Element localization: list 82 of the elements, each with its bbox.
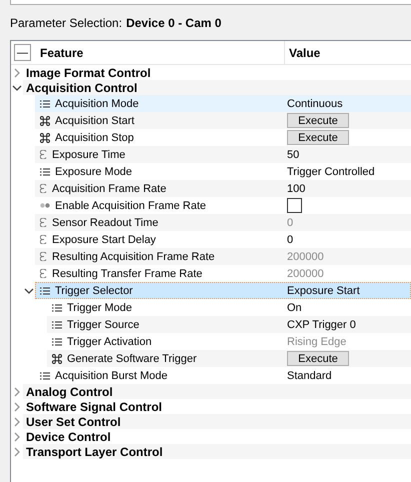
chevron-right-icon[interactable] bbox=[14, 416, 20, 426]
value-text: 100 bbox=[287, 182, 306, 194]
value-text: Rising Edge bbox=[287, 336, 346, 348]
category-name: Analog Control bbox=[26, 384, 113, 398]
category-name: Image Format Control bbox=[26, 66, 151, 80]
value-text: On bbox=[287, 302, 302, 314]
chevron-right-icon[interactable] bbox=[14, 68, 20, 78]
feature-row[interactable]: Generate Software Trigger Execute bbox=[47, 350, 411, 367]
list-icon bbox=[40, 168, 50, 176]
category-row[interactable]: User Set Control bbox=[23, 414, 411, 429]
list-icon bbox=[40, 100, 50, 108]
chevron-down-icon[interactable] bbox=[12, 84, 22, 90]
epsilon-icon bbox=[40, 269, 47, 278]
value-text: Trigger Controlled bbox=[287, 166, 375, 178]
chevron-down-icon[interactable] bbox=[24, 288, 34, 294]
list-icon bbox=[52, 338, 62, 346]
chevron-right-icon[interactable] bbox=[14, 386, 20, 396]
feature-name: Acquisition Mode bbox=[55, 98, 139, 110]
value-text: 200000 bbox=[287, 250, 324, 262]
selection-label: Parameter Selection: bbox=[10, 16, 122, 30]
value-text: Exposure Start bbox=[287, 284, 360, 296]
feature-name: Enable Acquisition Frame Rate bbox=[55, 200, 206, 212]
feature-name: Exposure Time bbox=[52, 148, 126, 160]
command-key-icon bbox=[52, 354, 62, 364]
list-icon bbox=[52, 320, 62, 328]
execute-button[interactable]: Execute bbox=[287, 351, 349, 366]
feature-name: Trigger Selector bbox=[55, 284, 133, 296]
feature-name: Trigger Mode bbox=[67, 302, 132, 314]
value-text: CXP Trigger 0 bbox=[287, 318, 356, 330]
epsilon-icon bbox=[40, 150, 47, 159]
feature-name: Trigger Source bbox=[67, 318, 140, 330]
feature-name: Exposure Start Delay bbox=[52, 234, 156, 246]
feature-name: Acquisition Start bbox=[55, 114, 134, 126]
feature-row[interactable]: Acquisition Mode Continuous bbox=[35, 95, 411, 112]
feature-name: Resulting Acquisition Frame Rate bbox=[52, 250, 215, 262]
category-name: Device Control bbox=[26, 430, 111, 444]
feature-name: Sensor Readout Time bbox=[52, 216, 158, 228]
feature-row[interactable]: Exposure Time 50 bbox=[35, 146, 411, 163]
epsilon-icon bbox=[40, 235, 47, 244]
command-key-icon bbox=[40, 132, 50, 142]
category-row[interactable]: Transport Layer Control bbox=[23, 444, 411, 459]
execute-button[interactable]: Execute bbox=[287, 130, 349, 145]
checkbox[interactable] bbox=[287, 198, 302, 213]
value-text: Standard bbox=[287, 370, 332, 382]
feature-name: Acquisition Stop bbox=[55, 132, 134, 144]
epsilon-icon bbox=[40, 184, 47, 193]
execute-button[interactable]: Execute bbox=[287, 113, 349, 128]
epsilon-icon bbox=[40, 252, 47, 261]
category-name: Acquisition Control bbox=[26, 80, 138, 94]
device-name: Device 0 - Cam 0 bbox=[126, 16, 222, 30]
chevron-right-icon[interactable] bbox=[14, 402, 20, 412]
value-text: 0 bbox=[287, 216, 294, 228]
collapse-all-button[interactable]: — bbox=[14, 44, 31, 61]
chevron-right-icon[interactable] bbox=[14, 432, 20, 442]
epsilon-icon bbox=[40, 218, 47, 227]
command-key-icon bbox=[40, 116, 50, 126]
category-name: Transport Layer Control bbox=[26, 444, 163, 458]
feature-row[interactable]: Trigger Source CXP Trigger 0 bbox=[47, 316, 411, 333]
category-row[interactable]: Analog Control bbox=[23, 384, 411, 399]
feature-name: Acquisition Burst Mode bbox=[55, 370, 168, 382]
value-text: 200000 bbox=[287, 268, 324, 280]
value-text: 0 bbox=[287, 234, 294, 246]
list-icon bbox=[40, 372, 50, 380]
feature-row[interactable]: Trigger Selector Exposure Start bbox=[35, 282, 411, 299]
value-text: Continuous bbox=[287, 98, 343, 110]
list-icon bbox=[40, 286, 50, 294]
feature-name: Generate Software Trigger bbox=[67, 352, 197, 364]
category-row[interactable]: Acquisition Control bbox=[23, 80, 411, 95]
list-icon bbox=[52, 304, 62, 312]
feature-row[interactable]: Acquisition Start Execute bbox=[35, 112, 411, 129]
column-header: Feature bbox=[40, 46, 84, 60]
toggle-dots-icon bbox=[40, 203, 50, 208]
feature-name: Resulting Transfer Frame Rate bbox=[52, 268, 202, 280]
chevron-right-icon[interactable] bbox=[14, 446, 20, 456]
feature-name: Trigger Activation bbox=[67, 336, 152, 348]
value-text: 50 bbox=[287, 148, 300, 160]
column-header: Value bbox=[289, 46, 320, 60]
feature-name: Exposure Mode bbox=[55, 166, 132, 178]
feature-row[interactable]: Acquisition Frame Rate 100 bbox=[35, 180, 411, 197]
category-name: Software Signal Control bbox=[26, 400, 162, 414]
feature-name: Acquisition Frame Rate bbox=[52, 182, 166, 194]
category-name: User Set Control bbox=[26, 414, 121, 428]
